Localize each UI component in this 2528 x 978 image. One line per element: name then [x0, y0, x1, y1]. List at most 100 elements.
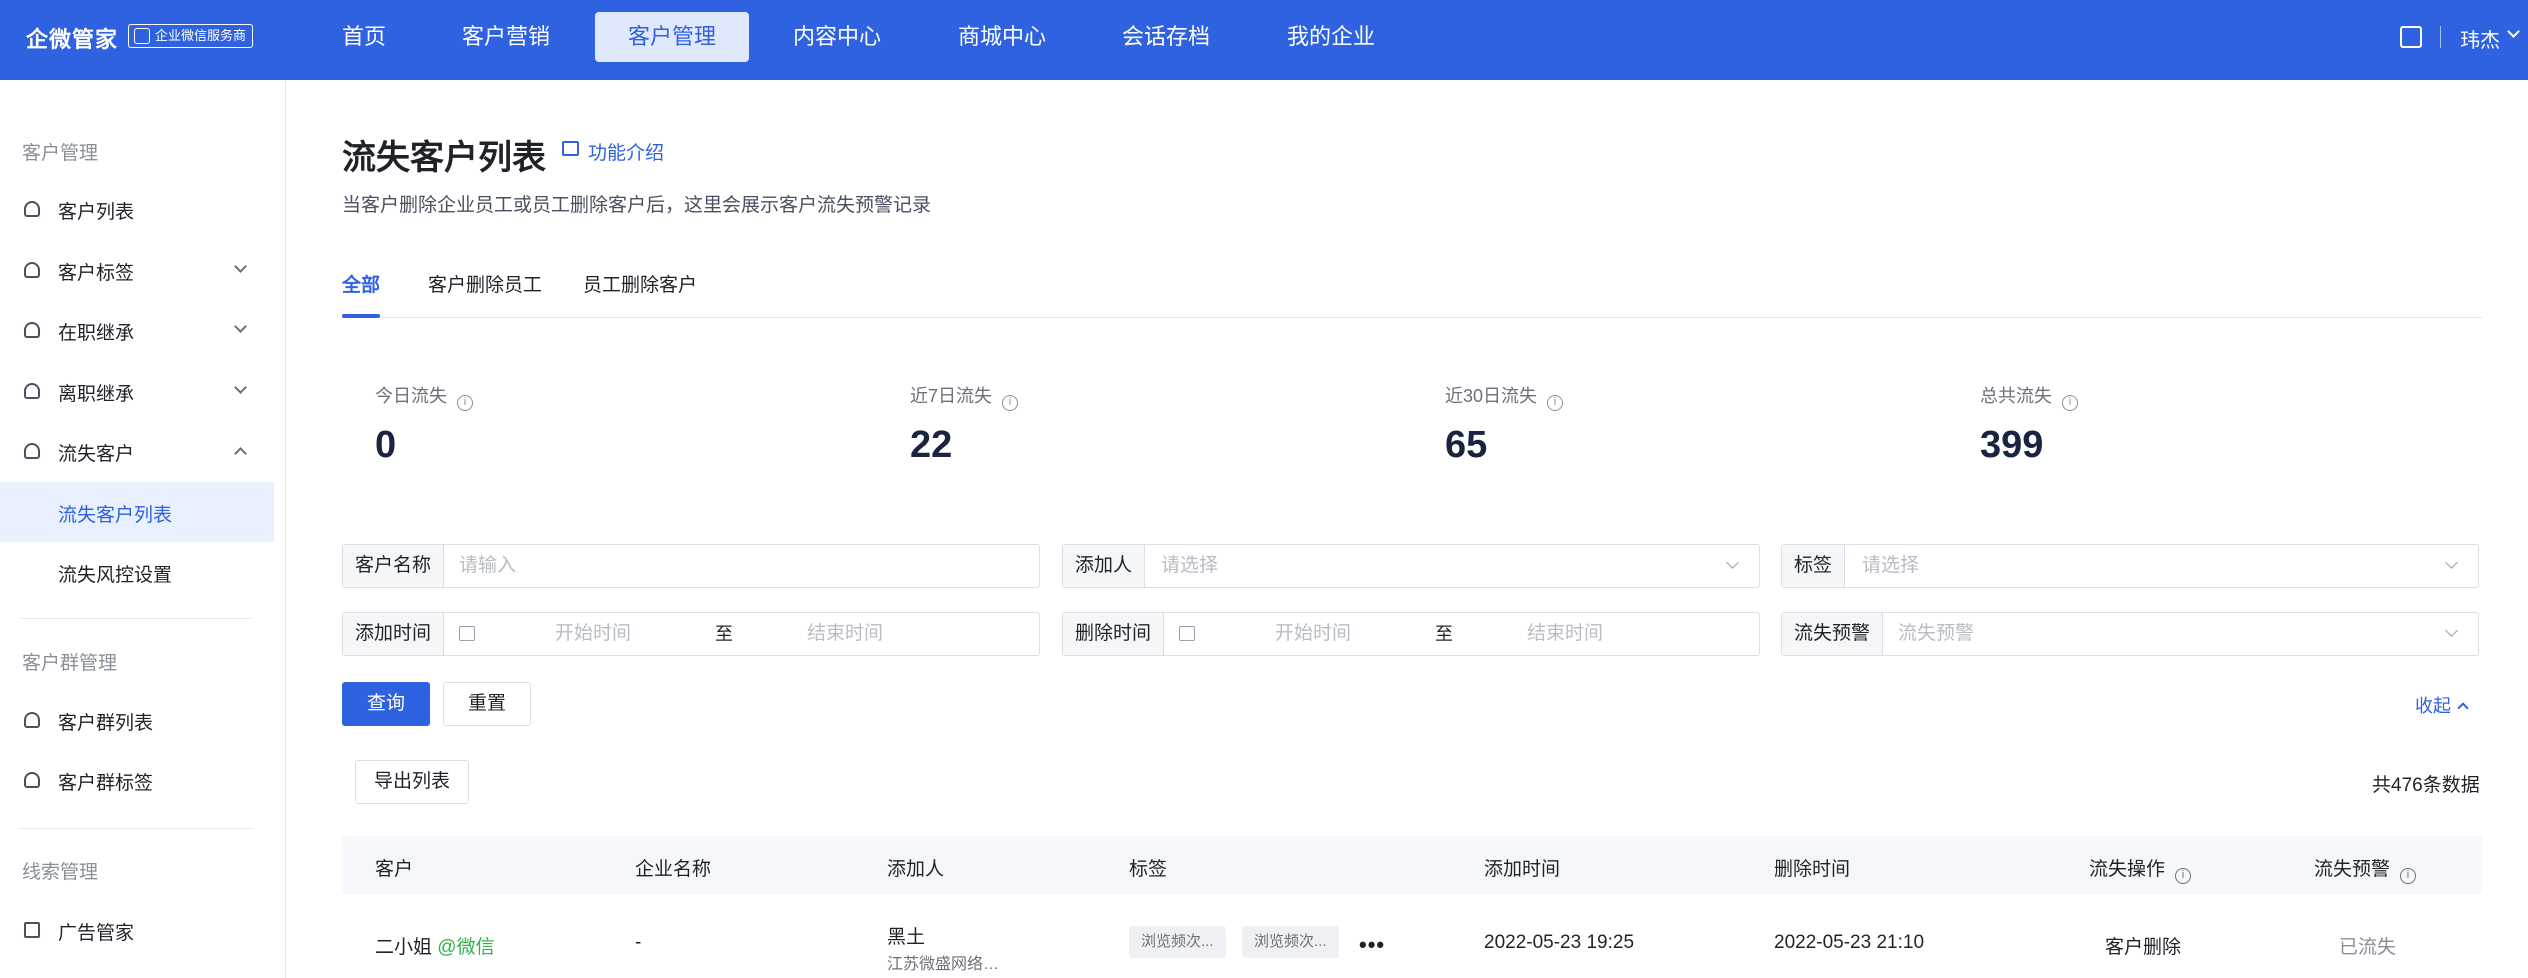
delete-time-end[interactable]: 结束时间	[1527, 613, 1603, 655]
info-icon[interactable]: i	[2400, 868, 2417, 884]
sidebar-item-label: 客户群标签	[58, 773, 154, 794]
sidebar-group-customer: 客户管理	[22, 143, 99, 164]
stat-total: 总共流失 i 399	[1980, 382, 2078, 466]
customer-name-field[interactable]: 客户名称 请输入	[342, 544, 1040, 588]
nav-customer-management[interactable]: 客户管理	[595, 12, 749, 62]
sidebar-subitem-churn-list[interactable]: 流失客户列表	[0, 482, 274, 542]
top-nav-bar: 企微管家 企业微信服务商 首页 客户营销 客户管理 内容中心 商城中心 会话存档…	[0, 0, 2528, 80]
sidebar-subitem-churn-risk-settings[interactable]: 流失风控设置	[0, 542, 274, 602]
chevron-down-icon	[2445, 556, 2458, 569]
sidebar-item-churned-customers[interactable]: 流失客户	[0, 421, 274, 481]
customer-cell: 二小姐 @微信	[375, 932, 495, 959]
feature-intro-link[interactable]: 功能介绍	[562, 138, 664, 165]
sidebar-subitem-label: 流失客户列表	[58, 505, 173, 526]
tab-bar: 全部 客户删除员工 员工删除客户	[342, 270, 2482, 318]
tag-select[interactable]: 标签 请选择	[1781, 544, 2479, 588]
sidebar-item-customer-tags[interactable]: 客户标签	[0, 240, 274, 300]
total-count: 共476条数据	[2372, 775, 2480, 796]
churn-action-cell: 客户删除	[2105, 937, 2182, 958]
calendar-icon	[459, 626, 475, 641]
sidebar-item-onjob-inherit[interactable]: 在职继承	[0, 300, 274, 360]
chevron-up-icon	[2457, 702, 2469, 714]
col-tags: 标签	[1129, 859, 1168, 880]
page-title: 流失客户列表	[342, 139, 546, 177]
collapse-filters-link[interactable]: 收起	[2415, 692, 2469, 718]
stat-label: 总共流失	[1980, 386, 2052, 406]
field-label: 添加人	[1063, 545, 1146, 587]
sidebar-item-group-list[interactable]: 客户群列表	[0, 690, 274, 750]
info-icon[interactable]: i	[1547, 395, 1564, 411]
ad-icon	[24, 922, 40, 938]
divider	[2440, 26, 2441, 48]
book-icon[interactable]	[2400, 26, 2422, 48]
adder-placeholder: 请选择	[1161, 555, 1219, 576]
churn-alert-placeholder: 流失预警	[1898, 623, 1975, 644]
col-add-time: 添加时间	[1484, 859, 1561, 880]
info-icon[interactable]: i	[2062, 395, 2078, 411]
chevron-down-icon[interactable]	[2507, 25, 2520, 38]
more-tags-icon[interactable]: •••	[1359, 932, 1385, 958]
col-churn-alert: 流失预警 i	[2314, 854, 2417, 884]
query-button[interactable]: 查询	[342, 682, 430, 726]
stat-label: 今日流失	[375, 386, 447, 406]
stat-label: 近7日流失	[910, 386, 993, 406]
tab-customer-deleted-staff[interactable]: 客户删除员工	[428, 270, 542, 318]
reset-button[interactable]: 重置	[443, 682, 531, 726]
info-icon[interactable]: i	[457, 395, 473, 411]
nav-content-center[interactable]: 内容中心	[781, 12, 893, 62]
info-icon[interactable]: i	[2175, 868, 2192, 884]
field-label: 添加时间	[343, 613, 445, 655]
stat-7days: 近7日流失 i 22	[910, 382, 1019, 466]
tag-placeholder: 请选择	[1862, 555, 1920, 576]
user-icon	[24, 201, 40, 217]
stat-value: 399	[1980, 424, 2044, 466]
add-time-start[interactable]: 开始时间	[555, 613, 631, 655]
sidebar-item-label: 客户列表	[58, 202, 135, 223]
brand-logo[interactable]: 企微管家	[26, 22, 118, 54]
export-list-button[interactable]: 导出列表	[355, 760, 469, 804]
add-time-end[interactable]: 结束时间	[807, 613, 883, 655]
logout-icon	[24, 383, 40, 399]
field-label: 删除时间	[1063, 613, 1165, 655]
chevron-down-icon	[2445, 624, 2458, 637]
sidebar-item-group-tags[interactable]: 客户群标签	[0, 750, 274, 810]
user-menu[interactable]: 玮杰	[2460, 24, 2500, 53]
group-tag-icon	[24, 772, 40, 788]
adder-company: 江苏微盛网络…	[887, 956, 1000, 973]
sidebar-item-ad-manager[interactable]: 广告管家	[0, 900, 274, 960]
sidebar-item-label: 在职继承	[58, 323, 135, 344]
churn-alert-select[interactable]: 流失预警 流失预警	[1781, 612, 2479, 656]
feature-intro-label: 功能介绍	[588, 143, 665, 164]
company-cell: -	[635, 932, 642, 953]
tab-staff-deleted-customer[interactable]: 员工删除客户	[583, 270, 697, 318]
nav-session-archive[interactable]: 会话存档	[1110, 12, 1222, 62]
nav-my-enterprise[interactable]: 我的企业	[1275, 12, 1387, 62]
delete-time-range[interactable]: 删除时间 开始时间 至 结束时间	[1062, 612, 1760, 656]
customer-name: 二小姐	[375, 937, 433, 958]
delete-time-start[interactable]: 开始时间	[1275, 613, 1351, 655]
col-company: 企业名称	[635, 859, 712, 880]
page-description: 当客户删除企业员工或员工删除客户后，这里会展示客户流失预警记录	[342, 195, 932, 216]
adder-select[interactable]: 添加人 请选择	[1062, 544, 1760, 588]
sidebar-divider	[20, 618, 252, 619]
col-label: 流失操作	[2089, 859, 2166, 880]
tab-all[interactable]: 全部	[342, 270, 381, 318]
tag-chip: 浏览频次...	[1129, 926, 1226, 958]
sidebar-item-label: 广告管家	[58, 923, 135, 944]
info-icon[interactable]: i	[1002, 395, 1019, 411]
sidebar: 客户管理 客户列表 客户标签 在职继承 离职继承 流失客户 流失客户列表 流失风…	[0, 80, 286, 978]
nav-customer-marketing[interactable]: 客户营销	[450, 12, 562, 62]
customer-name-input[interactable]: 请输入	[459, 545, 516, 587]
nav-home[interactable]: 首页	[330, 12, 398, 62]
stat-label: 近30日流失	[1445, 386, 1538, 406]
add-time-range[interactable]: 添加时间 开始时间 至 结束时间	[342, 612, 1040, 656]
sidebar-item-customer-list[interactable]: 客户列表	[0, 179, 274, 239]
nav-mall-center[interactable]: 商城中心	[946, 12, 1058, 62]
sidebar-divider	[20, 828, 252, 829]
group-icon	[24, 712, 40, 728]
range-separator: 至	[715, 624, 733, 644]
user-tag-icon	[24, 262, 40, 278]
chevron-up-icon	[234, 447, 247, 460]
table-header: 客户 企业名称 添加人 标签 添加时间 删除时间 流失操作 i 流失预警 i	[342, 836, 2482, 894]
sidebar-item-resign-inherit[interactable]: 离职继承	[0, 361, 274, 421]
